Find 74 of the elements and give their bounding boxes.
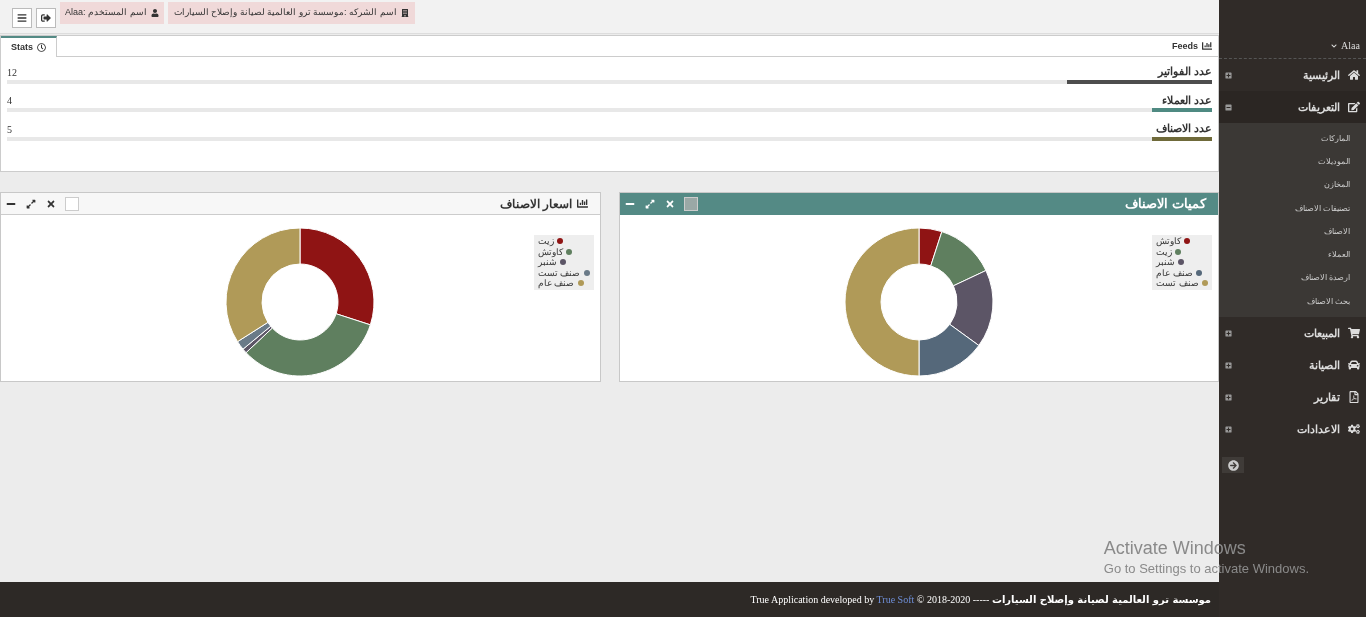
edit-icon [1348, 101, 1360, 113]
sidebar-item[interactable]: الرئيسية [1219, 59, 1366, 91]
sidebar-item[interactable]: الصيانة [1219, 349, 1366, 382]
gears-icon [1348, 423, 1360, 436]
feeds-title: Feeds [1172, 39, 1198, 53]
collapse-sidebar-button[interactable] [1222, 457, 1244, 474]
sidebar-label: الصيانة [1309, 358, 1340, 374]
pdf-file-icon [1348, 391, 1360, 404]
sidebar-user[interactable]: Alaa [1219, 33, 1366, 59]
sidebar-label: الرئيسية [1303, 67, 1340, 84]
stat-label: عدد العملاء [1161, 92, 1212, 108]
chevron-down-icon [1331, 42, 1338, 49]
sidebar-item[interactable]: تقارير [1219, 381, 1366, 414]
panel-title: كميات الاصناف [1125, 195, 1206, 214]
submenu-item[interactable]: الماركات [1321, 132, 1350, 145]
menu-icon [17, 13, 27, 23]
expand-icon [1225, 425, 1232, 433]
legend-label: كاوتش [538, 246, 563, 257]
submenu-item[interactable]: الاصناف [1324, 225, 1350, 238]
logout-icon [41, 13, 51, 23]
arrow-right-icon [1227, 459, 1239, 471]
expand-icon [1225, 329, 1232, 337]
expand-icon [1225, 393, 1232, 401]
building-icon [400, 9, 409, 17]
clock-icon [37, 43, 46, 52]
legend-label: زيت [1156, 246, 1173, 257]
sidebar-item[interactable]: التعريفات [1219, 91, 1366, 123]
expand-icon [26, 198, 36, 209]
stat-count: 4 [7, 94, 12, 108]
bar-chart-icon [1202, 41, 1212, 52]
submenu-item[interactable]: تصنيفات الاصناف [1294, 202, 1350, 215]
legend-label: زيت [538, 236, 554, 247]
logout-button[interactable] [36, 8, 56, 28]
user-label: اسم المستخدم :Alaa [65, 6, 147, 20]
cart-icon [1348, 327, 1360, 340]
stats-tab[interactable]: Stats [1, 36, 57, 57]
sidebar-item[interactable]: المبيعات [1219, 317, 1366, 350]
submenu-item[interactable]: بحث الاصناف [1306, 295, 1350, 308]
bar-chart-icon [576, 198, 588, 209]
sidebar-item[interactable]: الاعدادات [1219, 413, 1366, 446]
expand-icon [1225, 71, 1232, 79]
company-label: اسم الشركه :موسسة ترو العالمية لصيانة وإصلاح السيارات [173, 6, 397, 20]
collapse-icon [1225, 103, 1232, 111]
legend-label: شنبر [1156, 257, 1176, 268]
legend-label: صنف عام [538, 278, 575, 289]
legend-label: صنف تست [538, 267, 581, 278]
legend-label: كاوتش [1156, 236, 1182, 247]
sidebar-label: الاعدادات [1297, 422, 1340, 438]
stat-count: 5 [7, 122, 12, 137]
submenu-item[interactable]: ارصدة الاصناف [1300, 272, 1350, 285]
color-picker-button[interactable] [65, 196, 79, 211]
sidebar-label: المبيعات [1304, 326, 1340, 342]
legend-label: صنف تست [1156, 278, 1199, 289]
panel-title: اسعار الاصناف [500, 195, 573, 213]
submenu-item[interactable]: العملاء [1328, 249, 1350, 262]
sidebar-label: تقارير [1314, 390, 1340, 406]
close-icon [46, 198, 56, 209]
submenu-item[interactable]: المخازن [1324, 179, 1350, 192]
menu-button[interactable] [12, 8, 32, 28]
stat-label: عدد الاصناف [1155, 121, 1212, 136]
close-icon [664, 199, 675, 209]
submenu-item[interactable]: الموديلات [1318, 155, 1350, 168]
company-link[interactable]: True Soft [876, 594, 915, 605]
expand-icon [1225, 361, 1232, 369]
legend-label: شنبر [538, 257, 557, 268]
user-icon [150, 9, 159, 17]
expand-icon [644, 199, 655, 209]
car-icon [1348, 359, 1360, 372]
legend-label: صنف عام [1156, 267, 1193, 278]
house-icon [1348, 69, 1360, 81]
color-picker-button[interactable] [683, 197, 698, 211]
stat-count: 12 [7, 65, 17, 80]
stat-label: عدد الفواتير [1157, 64, 1212, 80]
sidebar-label: التعريفات [1298, 99, 1340, 116]
